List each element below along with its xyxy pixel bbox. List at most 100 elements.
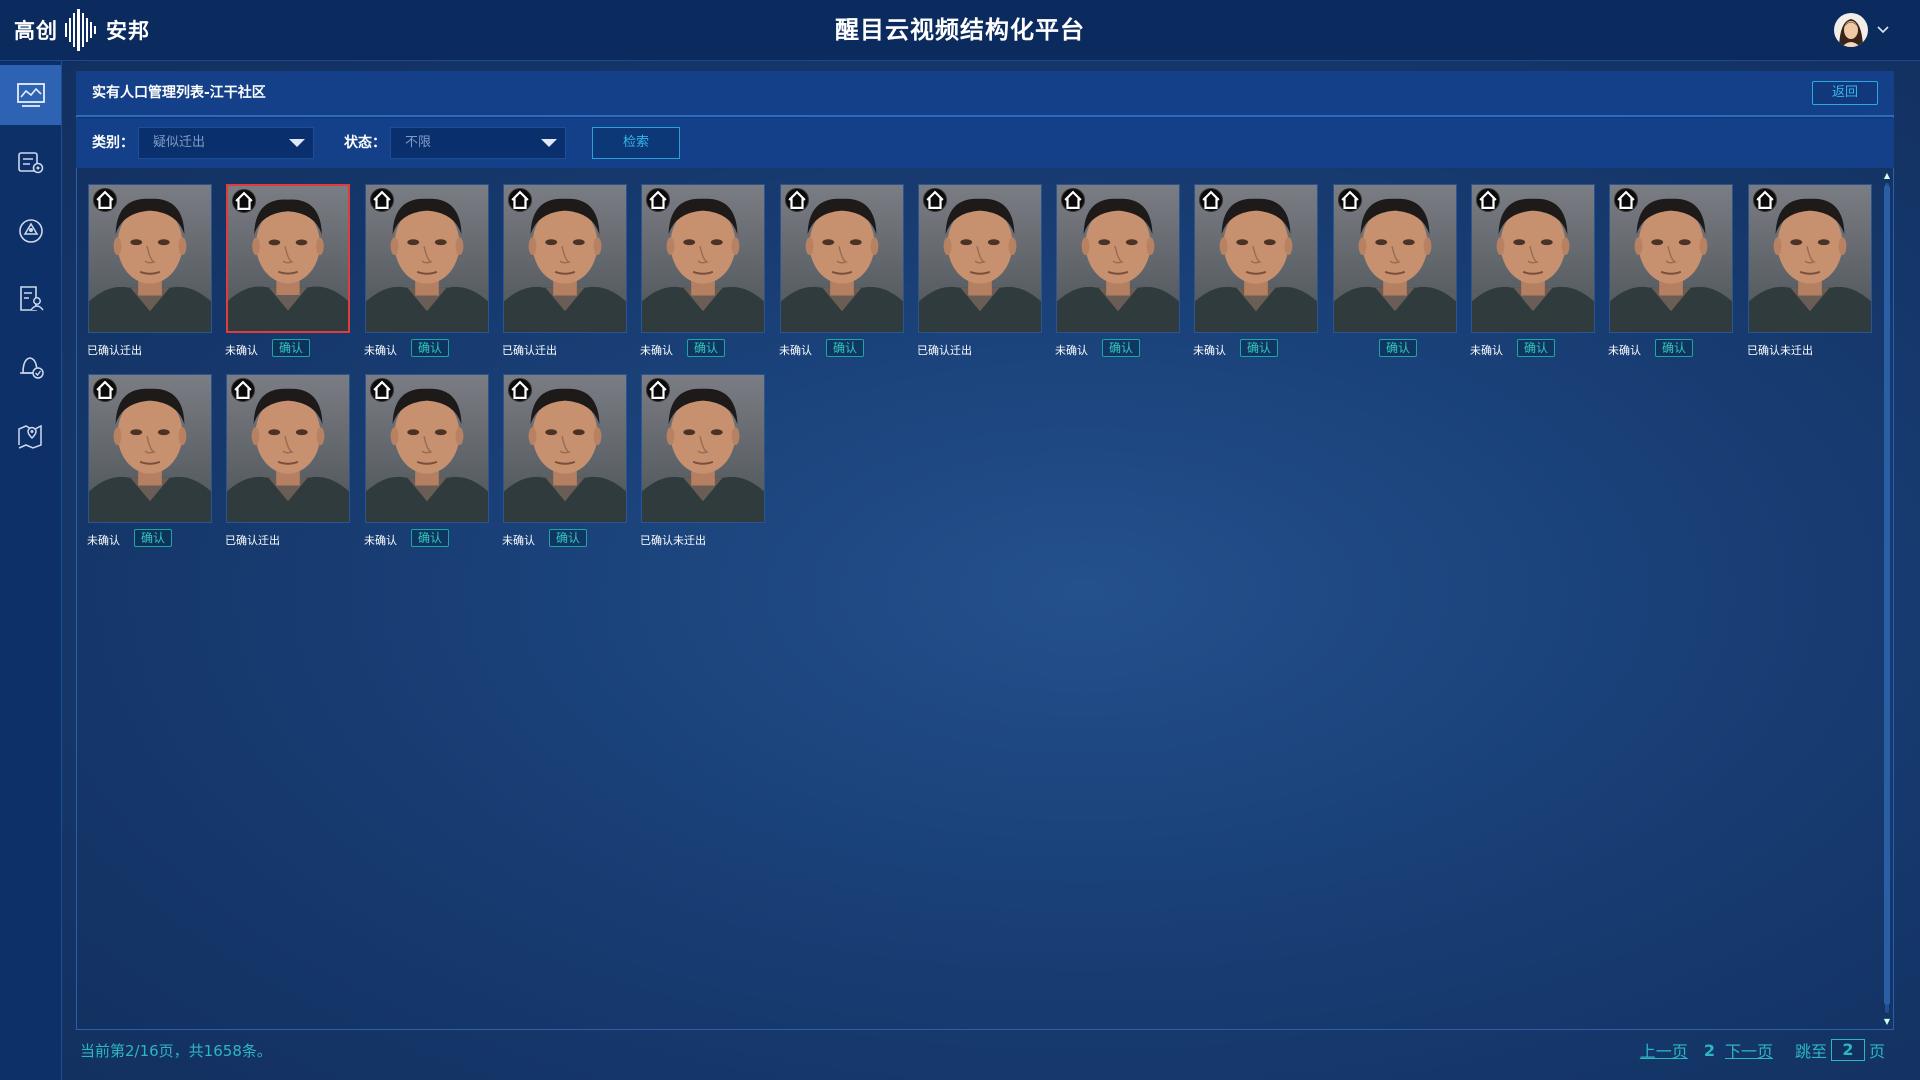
home-icon[interactable] — [646, 378, 670, 402]
jump-page-input[interactable]: 2 — [1830, 1039, 1865, 1061]
face-card[interactable]: 未确认 确认 — [364, 374, 490, 548]
home-icon[interactable] — [93, 188, 117, 212]
face-thumbnail[interactable] — [1333, 184, 1457, 333]
home-icon[interactable] — [93, 378, 117, 402]
face-card[interactable]: 已确认迁出 — [225, 374, 351, 548]
card-caption: 未确认 确认 — [502, 529, 642, 549]
face-thumbnail[interactable] — [88, 184, 212, 333]
card-caption: 未确认 确认 — [225, 339, 365, 359]
card-caption: 确认 — [1332, 339, 1472, 359]
face-card[interactable]: 未确认 确认 — [364, 184, 490, 358]
user-menu[interactable] — [1834, 13, 1890, 47]
face-card[interactable]: 已确认未迁出 — [1747, 184, 1873, 358]
confirm-button[interactable]: 确认 — [411, 339, 450, 357]
sidebar-item-map[interactable] — [0, 405, 61, 465]
user-avatar[interactable] — [1834, 13, 1868, 47]
face-thumbnail[interactable] — [88, 374, 212, 523]
confirm-button[interactable]: 确认 — [272, 339, 311, 357]
card-caption: 未确认 确认 — [1608, 339, 1748, 359]
category-value: 疑似迁出 — [153, 135, 206, 150]
face-card[interactable]: 已确认迁出 — [502, 184, 628, 358]
home-icon[interactable] — [370, 378, 394, 402]
home-icon[interactable] — [1199, 188, 1223, 212]
face-card[interactable]: 未确认 确认 — [502, 374, 628, 548]
home-icon[interactable] — [1614, 188, 1638, 212]
next-page-link[interactable]: 下一页 — [1725, 1038, 1773, 1062]
face-thumbnail[interactable] — [641, 184, 765, 333]
face-thumbnail[interactable] — [365, 374, 489, 523]
confirm-button[interactable]: 确认 — [1102, 339, 1141, 357]
face-thumbnail[interactable] — [503, 374, 627, 523]
scrollbar[interactable]: ▲ ▼ — [1882, 171, 1892, 1027]
face-thumbnail[interactable] — [1609, 184, 1733, 333]
confirm-button[interactable]: 确认 — [1517, 339, 1556, 357]
monitor-chart-icon — [16, 83, 45, 107]
caret-down-icon — [289, 139, 305, 147]
card-status: 未确认 — [779, 344, 812, 357]
card-caption: 未确认 确认 — [87, 529, 227, 549]
sidebar-item-monitor[interactable] — [0, 65, 61, 125]
home-icon[interactable] — [1061, 188, 1085, 212]
scroll-thumb[interactable] — [1884, 185, 1890, 1005]
home-icon[interactable] — [785, 188, 809, 212]
home-icon[interactable] — [1753, 188, 1777, 212]
face-thumbnail[interactable] — [1748, 184, 1872, 333]
face-card[interactable]: 未确认 确认 — [1193, 184, 1319, 358]
sidebar-item-network[interactable] — [0, 201, 61, 261]
face-card[interactable]: 未确认 确认 — [1608, 184, 1734, 358]
face-thumbnail[interactable] — [503, 184, 627, 333]
confirm-button[interactable]: 确认 — [687, 339, 726, 357]
sidebar — [0, 61, 62, 1080]
home-icon[interactable] — [508, 378, 532, 402]
confirm-button[interactable]: 确认 — [134, 529, 173, 547]
alarm-bell-icon — [19, 357, 44, 379]
face-thumbnail[interactable] — [226, 374, 350, 523]
face-thumbnail[interactable] — [1471, 184, 1595, 333]
confirm-button[interactable]: 确认 — [1240, 339, 1279, 357]
face-card[interactable]: 未确认 确认 — [87, 374, 213, 548]
status-select[interactable]: 不限 — [390, 127, 566, 159]
chevron-down-icon[interactable] — [1876, 25, 1890, 35]
face-card[interactable]: 已确认未迁出 — [640, 374, 766, 548]
face-card[interactable]: 已确认迁出 — [917, 184, 1043, 358]
face-card[interactable]: 未确认 确认 — [640, 184, 766, 358]
home-icon[interactable] — [370, 188, 394, 212]
face-card[interactable]: 已确认迁出 — [87, 184, 213, 358]
card-caption: 未确认 确认 — [364, 339, 504, 359]
home-icon[interactable] — [231, 378, 255, 402]
home-icon[interactable] — [1338, 188, 1362, 212]
home-icon[interactable] — [923, 188, 947, 212]
face-thumbnail[interactable] — [1056, 184, 1180, 333]
face-card[interactable]: 未确认 确认 — [779, 184, 905, 358]
scroll-up-icon[interactable]: ▲ — [1882, 171, 1892, 181]
face-card[interactable]: 确认 — [1332, 184, 1458, 358]
face-thumbnail[interactable] — [365, 184, 489, 333]
card-caption: 未确认 确认 — [364, 529, 504, 549]
sidebar-item-records[interactable] — [0, 269, 61, 329]
confirm-button[interactable]: 确认 — [549, 529, 588, 547]
confirm-button[interactable]: 确认 — [826, 339, 865, 357]
face-card[interactable]: 未确认 确认 — [1470, 184, 1596, 358]
confirm-button[interactable]: 确认 — [411, 529, 450, 547]
sidebar-item-alarm[interactable] — [0, 337, 61, 397]
confirm-button[interactable]: 确认 — [1655, 339, 1694, 357]
face-thumbnail[interactable] — [780, 184, 904, 333]
confirm-button[interactable]: 确认 — [1379, 339, 1418, 357]
back-button[interactable]: 返回 — [1812, 81, 1878, 105]
face-thumbnail[interactable] — [226, 184, 350, 333]
face-card[interactable]: 未确认 确认 — [225, 184, 351, 358]
home-icon[interactable] — [508, 188, 532, 212]
face-card[interactable]: 未确认 确认 — [1055, 184, 1181, 358]
face-thumbnail[interactable] — [1194, 184, 1318, 333]
sidebar-item-server[interactable] — [0, 133, 61, 193]
home-icon[interactable] — [646, 188, 670, 212]
face-thumbnail[interactable] — [918, 184, 1042, 333]
search-button[interactable]: 检索 — [592, 127, 680, 159]
prev-page-link[interactable]: 上一页 — [1640, 1038, 1688, 1062]
category-select[interactable]: 疑似迁出 — [138, 127, 314, 159]
home-icon[interactable] — [1476, 188, 1500, 212]
home-icon[interactable] — [232, 189, 256, 213]
face-thumbnail[interactable] — [641, 374, 765, 523]
scroll-down-icon[interactable]: ▼ — [1882, 1017, 1892, 1027]
card-caption: 已确认迁出 — [917, 339, 1057, 359]
